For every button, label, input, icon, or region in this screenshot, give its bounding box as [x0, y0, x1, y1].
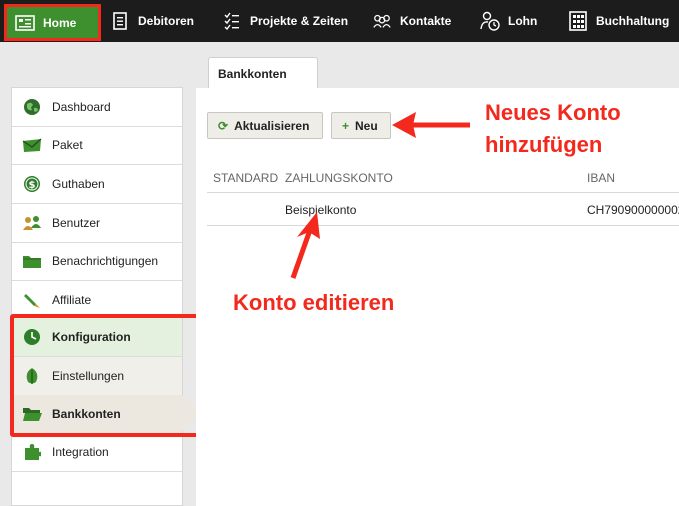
arrow-to-new-button: [392, 112, 470, 138]
annotation-new-account-line1: Neues Konto: [485, 100, 621, 125]
annotation-arrows: [290, 112, 470, 279]
arrow-to-account-row: [290, 212, 320, 279]
annotation-new-account-line2: hinzufügen: [485, 132, 603, 157]
annotation-edit-account: Konto editieren: [233, 290, 395, 315]
